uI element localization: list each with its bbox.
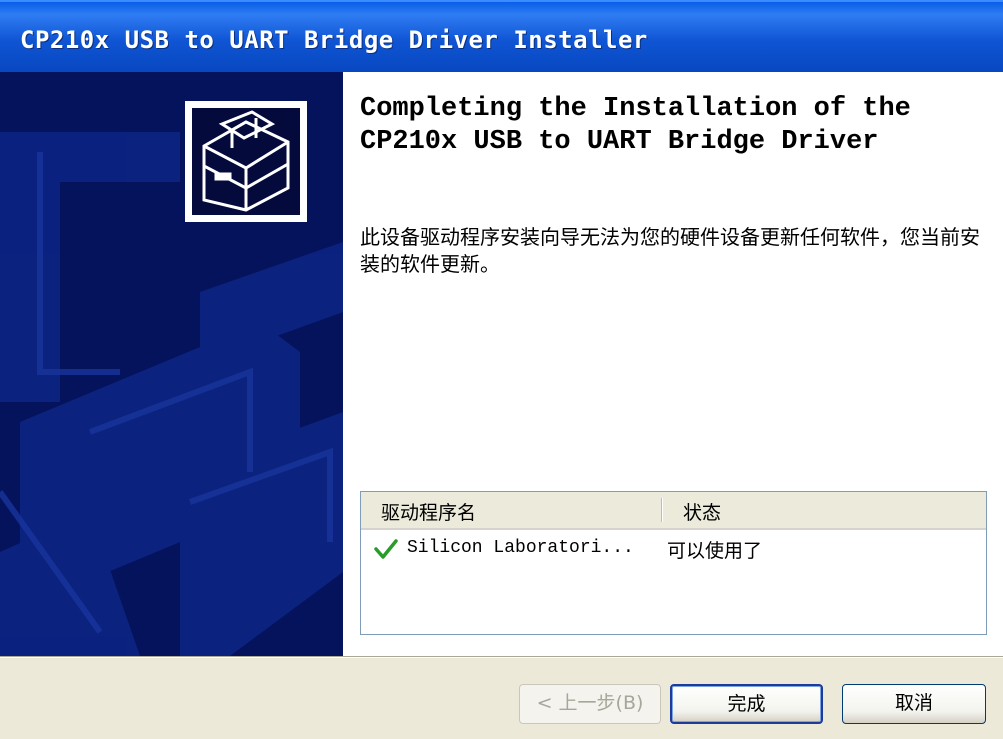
window-title: CP210x USB to UART Bridge Driver Install… (20, 26, 648, 54)
driver-list-header: 驱动程序名 状态 (361, 492, 986, 530)
back-button[interactable]: < 上一步(B) (519, 684, 661, 724)
hardware-card-icon (192, 108, 300, 215)
column-header-driver-name[interactable]: 驱动程序名 (381, 498, 476, 525)
column-divider[interactable] (661, 498, 662, 522)
page-heading: Completing the Installation of the CP210… (360, 94, 911, 157)
driver-list[interactable]: 驱动程序名 状态 Silicon Laboratori... 可以使用了 (360, 491, 987, 635)
finish-button[interactable]: 完成 (670, 684, 823, 724)
hardware-icon-frame (185, 101, 307, 222)
completion-message: 此设备驱动程序安装向导无法为您的硬件设备更新任何软件，您当前安装的软件更新。 (360, 225, 980, 276)
button-bar: < 上一步(B) 完成 取消 (0, 656, 1003, 739)
cancel-button[interactable]: 取消 (842, 684, 986, 724)
driver-name-cell: Silicon Laboratori... (407, 538, 634, 558)
title-bar[interactable]: CP210x USB to UART Bridge Driver Install… (0, 0, 1003, 72)
column-header-status[interactable]: 状态 (683, 498, 721, 525)
driver-status-cell: 可以使用了 (667, 540, 763, 562)
check-icon (373, 537, 399, 561)
driver-row[interactable]: Silicon Laboratori... 可以使用了 (361, 534, 986, 564)
